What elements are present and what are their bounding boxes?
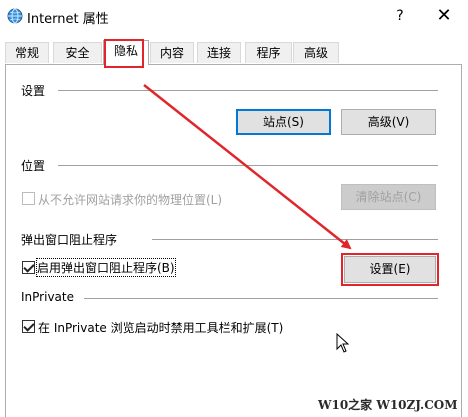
location-section-title: 位置 [21, 159, 46, 173]
tab-advanced[interactable]: 高级 [293, 42, 339, 63]
inprivate-divider [84, 298, 438, 299]
close-button[interactable]: ✕ [432, 4, 456, 28]
tab-programs[interactable]: 程序 [245, 42, 292, 63]
clear-sites-button[interactable]: 清除站点(C) [341, 184, 436, 210]
popup-settings-highlight [341, 253, 439, 286]
watermark-text: W10之家 W10ZJ.COM [318, 398, 458, 412]
block-location-checkbox[interactable] [22, 192, 35, 205]
window-title: Internet 属性 [27, 12, 109, 27]
settings-divider [58, 90, 438, 91]
tab-security[interactable]: 安全 [53, 42, 102, 63]
title-bar: Internet 属性 ? ✕ [0, 0, 468, 34]
tab-general[interactable]: 常规 [5, 42, 49, 63]
block-location-label: 从不允许网站请求你的物理位置(L) [38, 193, 223, 207]
location-divider [58, 165, 438, 166]
tab-content[interactable]: 内容 [150, 42, 194, 63]
settings-section-title: 设置 [21, 84, 46, 98]
enable-popup-blocker-label: 启用弹出窗口阻止程序(B) [36, 258, 176, 277]
advanced-button[interactable]: 高级(V) [341, 109, 436, 135]
help-button[interactable]: ? [390, 6, 410, 26]
globe-icon [7, 8, 23, 24]
popup-blocker-section-title: 弹出窗口阻止程序 [21, 233, 118, 247]
inprivate-section-title: InPrivate [21, 290, 74, 304]
mouse-cursor-icon [336, 333, 350, 353]
popup-blocker-divider [152, 239, 438, 240]
privacy-tab-highlight [104, 39, 144, 68]
disable-toolbars-checkbox[interactable] [22, 320, 35, 333]
enable-popup-blocker-checkbox[interactable] [22, 261, 35, 274]
tab-connections[interactable]: 连接 [197, 42, 241, 63]
sites-button[interactable]: 站点(S) [236, 109, 331, 135]
disable-toolbars-label: 在 InPrivate 浏览启动时禁用工具栏和扩展(T) [38, 321, 284, 335]
